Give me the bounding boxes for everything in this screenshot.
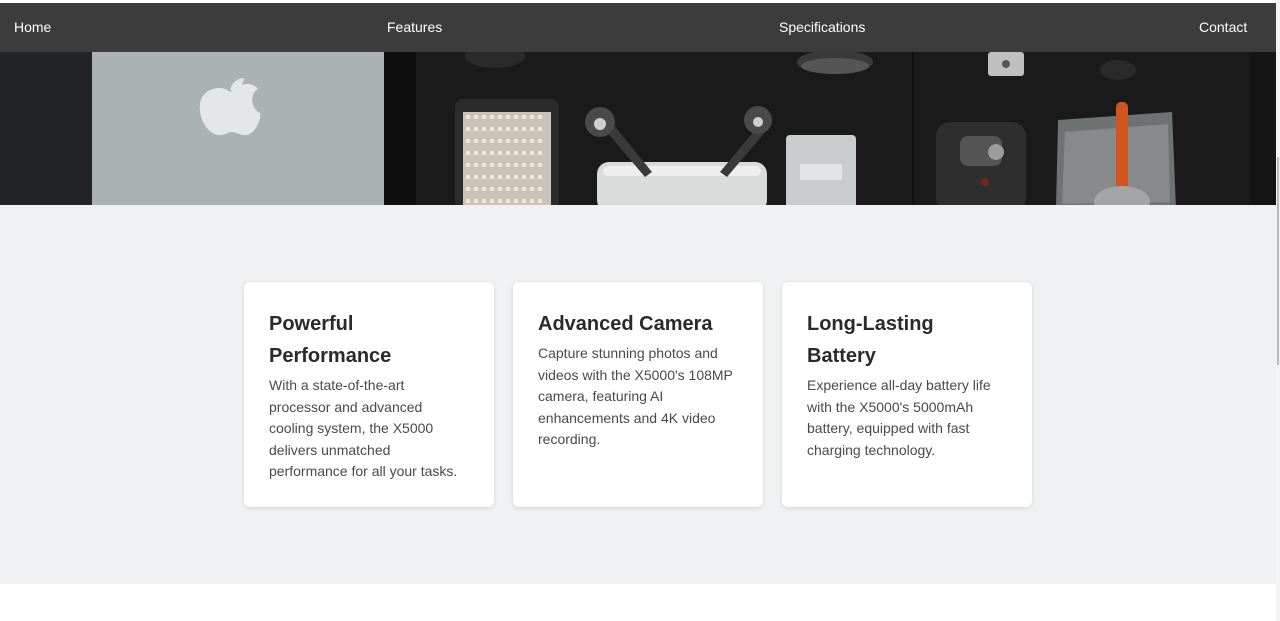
feature-card-text: Capture stunning photos and videos with …: [538, 345, 733, 447]
feature-card-title: Powerful Performance: [269, 313, 392, 367]
led-panel-shape: [455, 99, 559, 205]
nav-home-link[interactable]: Home: [14, 3, 51, 52]
feature-card-battery: Long-Lasting Battery Experience all-day …: [782, 282, 1032, 507]
navbar: Home Features Specifications Contact: [0, 3, 1276, 52]
camera-grip-shape: [936, 122, 1026, 205]
feature-card-title: Advanced Camera: [538, 313, 713, 335]
laptop-shape: [92, 52, 384, 205]
feature-card-title: Long-Lasting Battery: [807, 313, 934, 367]
feature-card-text: Experience all-day battery life with the…: [807, 377, 991, 458]
feature-card-camera: Advanced Camera Capture stunning photos …: [513, 282, 763, 507]
feature-card-text: With a state-of-the-art processor and ad…: [269, 377, 458, 479]
nav-contact-link[interactable]: Contact: [1199, 3, 1247, 52]
features-section: Powerful Performance With a state-of-the…: [0, 205, 1276, 584]
hero-photo-illustration: [0, 52, 1276, 205]
nav-features-link[interactable]: Features: [387, 3, 442, 52]
page-scrollbar-thumb[interactable]: [1277, 157, 1279, 365]
feature-card-performance: Powerful Performance With a state-of-the…: [244, 282, 494, 507]
hero-image: [0, 52, 1276, 205]
nav-specifications-link[interactable]: Specifications: [779, 3, 865, 52]
